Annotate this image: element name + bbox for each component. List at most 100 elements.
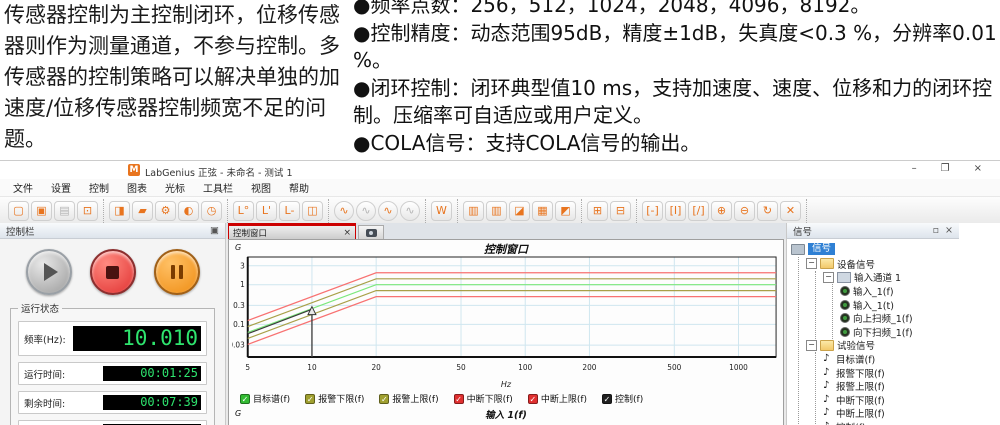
play-icon [44, 263, 58, 281]
pause-button[interactable] [154, 249, 200, 295]
new-file-icon[interactable]: ▢ [8, 201, 29, 221]
menu-item[interactable]: 控制 [80, 180, 118, 195]
tab-close-icon[interactable]: × [343, 228, 351, 238]
legend-item[interactable]: ✓目标谱(f) [240, 392, 290, 405]
legend-item[interactable]: ✓中断下限(f) [454, 392, 513, 405]
tree-item[interactable]: 输入_1(t) [840, 298, 957, 312]
legend-item[interactable]: ✓中断上限(f) [528, 392, 587, 405]
legend-item[interactable]: ✓报警上限(f) [379, 392, 438, 405]
svg-text:1: 1 [240, 280, 245, 289]
spec-bullet: ●闭环控制：闭环典型值10 ms，支持加速度、速度、位移和力的闭环控制。压缩率可… [353, 75, 998, 130]
legend-label: 报警上限(f) [392, 392, 438, 405]
tree-item[interactable]: −设备信号 [806, 257, 957, 271]
zoom-out-icon[interactable]: ⊖ [734, 201, 755, 221]
legend-label: 报警下限(f) [318, 392, 364, 405]
level-up-icon[interactable]: L' [256, 201, 277, 221]
field-label: 频率(Hz): [24, 332, 66, 346]
tree-item[interactable]: ♪中断上限(f) [823, 407, 957, 421]
spec-bullet: ●COLA信号：支持COLA信号的输出。 [353, 130, 998, 158]
menu-item[interactable]: 光标 [156, 180, 194, 195]
y-axis-unit-label: G [235, 243, 241, 252]
refresh-icon[interactable]: ↻ [757, 201, 778, 221]
minimize-icon[interactable]: – [912, 163, 917, 174]
control-spectrum-plot[interactable]: 310.30.10.0351020501002005001000 [232, 254, 780, 380]
status-fields: 频率(Hz):10.010运行时间:00:01:25剩余时间:00:07:39控… [18, 321, 207, 425]
tree-item[interactable]: ♪报警上限(f) [823, 379, 957, 393]
legend-checkbox-icon[interactable]: ✓ [305, 394, 315, 404]
tree-item[interactable]: ♪中断下限(f) [823, 393, 957, 407]
legend-checkbox-icon[interactable]: ✓ [602, 394, 612, 404]
spec-bullet: ●控制精度：动态范围95dB，精度±1dB，失真度<0.3 %，分辨率0.01 … [353, 20, 998, 75]
menu-item[interactable]: 帮助 [280, 180, 318, 195]
legend-item[interactable]: ✓控制(f) [602, 392, 643, 405]
tree-item[interactable]: 向上扫频_1(f) [840, 311, 957, 325]
cursor-slope-icon[interactable]: [/] [688, 201, 709, 221]
sine-wave-off-icon[interactable]: ∿ [356, 201, 376, 221]
signal-root-item[interactable]: 信号 [789, 242, 957, 257]
restore-icon[interactable]: ❐ [941, 163, 950, 174]
legend-checkbox-icon[interactable]: ✓ [240, 394, 250, 404]
menu-item[interactable]: 文件 [4, 180, 42, 195]
bars-1-icon[interactable]: ▥ [463, 201, 484, 221]
schedule-icon[interactable]: ◐ [178, 201, 199, 221]
tile-windows-icon[interactable]: ⊞ [587, 201, 608, 221]
open-file-icon[interactable]: ▤ [54, 201, 75, 221]
menu-item[interactable]: 设置 [42, 180, 80, 195]
snapshot-tab[interactable] [358, 225, 384, 239]
sine-wave-icon[interactable]: ∿ [334, 201, 354, 221]
layout-icon[interactable]: ◩ [555, 201, 576, 221]
stop-button[interactable] [90, 249, 136, 295]
clipboard-icon[interactable]: ◨ [109, 201, 130, 221]
tree-item[interactable]: −输入通道 1 [823, 271, 957, 285]
clock-icon[interactable]: ◷ [201, 201, 222, 221]
chart-area: 控制窗口 × G 控制窗口 310.30.10.0351020501002005… [226, 223, 786, 425]
duplicate-window-icon[interactable]: ◫ [302, 201, 323, 221]
play-button[interactable] [26, 249, 72, 295]
input-icon [840, 300, 850, 310]
legend-checkbox-icon[interactable]: ✓ [379, 394, 389, 404]
close-icon[interactable]: × [974, 163, 982, 174]
collapse-icon[interactable]: − [806, 258, 817, 269]
bars-3-icon[interactable]: ◪ [509, 201, 530, 221]
field-value: 00:07:39 [103, 395, 201, 410]
tree-item[interactable]: ♪控制(f) [823, 420, 957, 425]
tree-item[interactable]: 输入_1(f) [840, 284, 957, 298]
cursor-v-icon[interactable]: [I] [665, 201, 686, 221]
pin-icon[interactable]: ▫ [933, 225, 939, 236]
bars-2-icon[interactable]: ▥ [486, 201, 507, 221]
level-down-icon[interactable]: L- [279, 201, 300, 221]
collapse-icon[interactable]: − [823, 272, 834, 283]
pin-icon[interactable]: ▣ [210, 225, 219, 236]
tree-item[interactable]: 向下扫频_1(f) [840, 325, 957, 339]
save-icon[interactable]: ▣ [31, 201, 52, 221]
menu-item[interactable]: 图表 [118, 180, 156, 195]
cascade-windows-icon[interactable]: ⊟ [610, 201, 631, 221]
menu-item[interactable]: 工具栏 [194, 180, 242, 195]
tree-item[interactable]: ♪目标谱(f) [823, 352, 957, 366]
tab-control-window[interactable]: 控制窗口 × [228, 223, 356, 239]
tree-item[interactable]: ♪报警下限(f) [823, 366, 957, 380]
level-deg-icon[interactable]: L° [233, 201, 254, 221]
legend-label: 目标谱(f) [253, 392, 290, 405]
fit-view-icon[interactable]: ✕ [780, 201, 801, 221]
word-report-icon[interactable]: W [431, 201, 452, 221]
legend-checkbox-icon[interactable]: ✓ [454, 394, 464, 404]
legend-label: 中断上限(f) [541, 392, 587, 405]
zoom-in-icon[interactable]: ⊕ [711, 201, 732, 221]
menu-item[interactable]: 视图 [242, 180, 280, 195]
legend-item[interactable]: ✓报警下限(f) [305, 392, 364, 405]
tree-item[interactable]: −试验信号 [806, 339, 957, 353]
flag-icon[interactable]: ▰ [132, 201, 153, 221]
legend-checkbox-icon[interactable]: ✓ [528, 394, 538, 404]
sweep-wave-off-icon[interactable]: ∿ [400, 201, 420, 221]
cursor-h-icon[interactable]: [-] [642, 201, 663, 221]
status-field: 剩余时间:00:07:39 [18, 391, 207, 414]
export-icon[interactable]: ⊡ [77, 201, 98, 221]
toolbar: ▢▣▤⊡◨▰⚙◐◷L°L'L-◫∿∿∿∿W▥▥◪▦◩⊞⊟[-][I][/]⊕⊖↻… [0, 197, 1000, 225]
bars-4-icon[interactable]: ▦ [532, 201, 553, 221]
gear-icon[interactable]: ⚙ [155, 201, 176, 221]
panel-close-icon[interactable]: × [945, 225, 953, 236]
sweep-wave-icon[interactable]: ∿ [378, 201, 398, 221]
collapse-icon[interactable]: − [806, 340, 817, 351]
run-status-group: 运行状态 频率(Hz):10.010运行时间:00:01:25剩余时间:00:0… [10, 301, 215, 425]
